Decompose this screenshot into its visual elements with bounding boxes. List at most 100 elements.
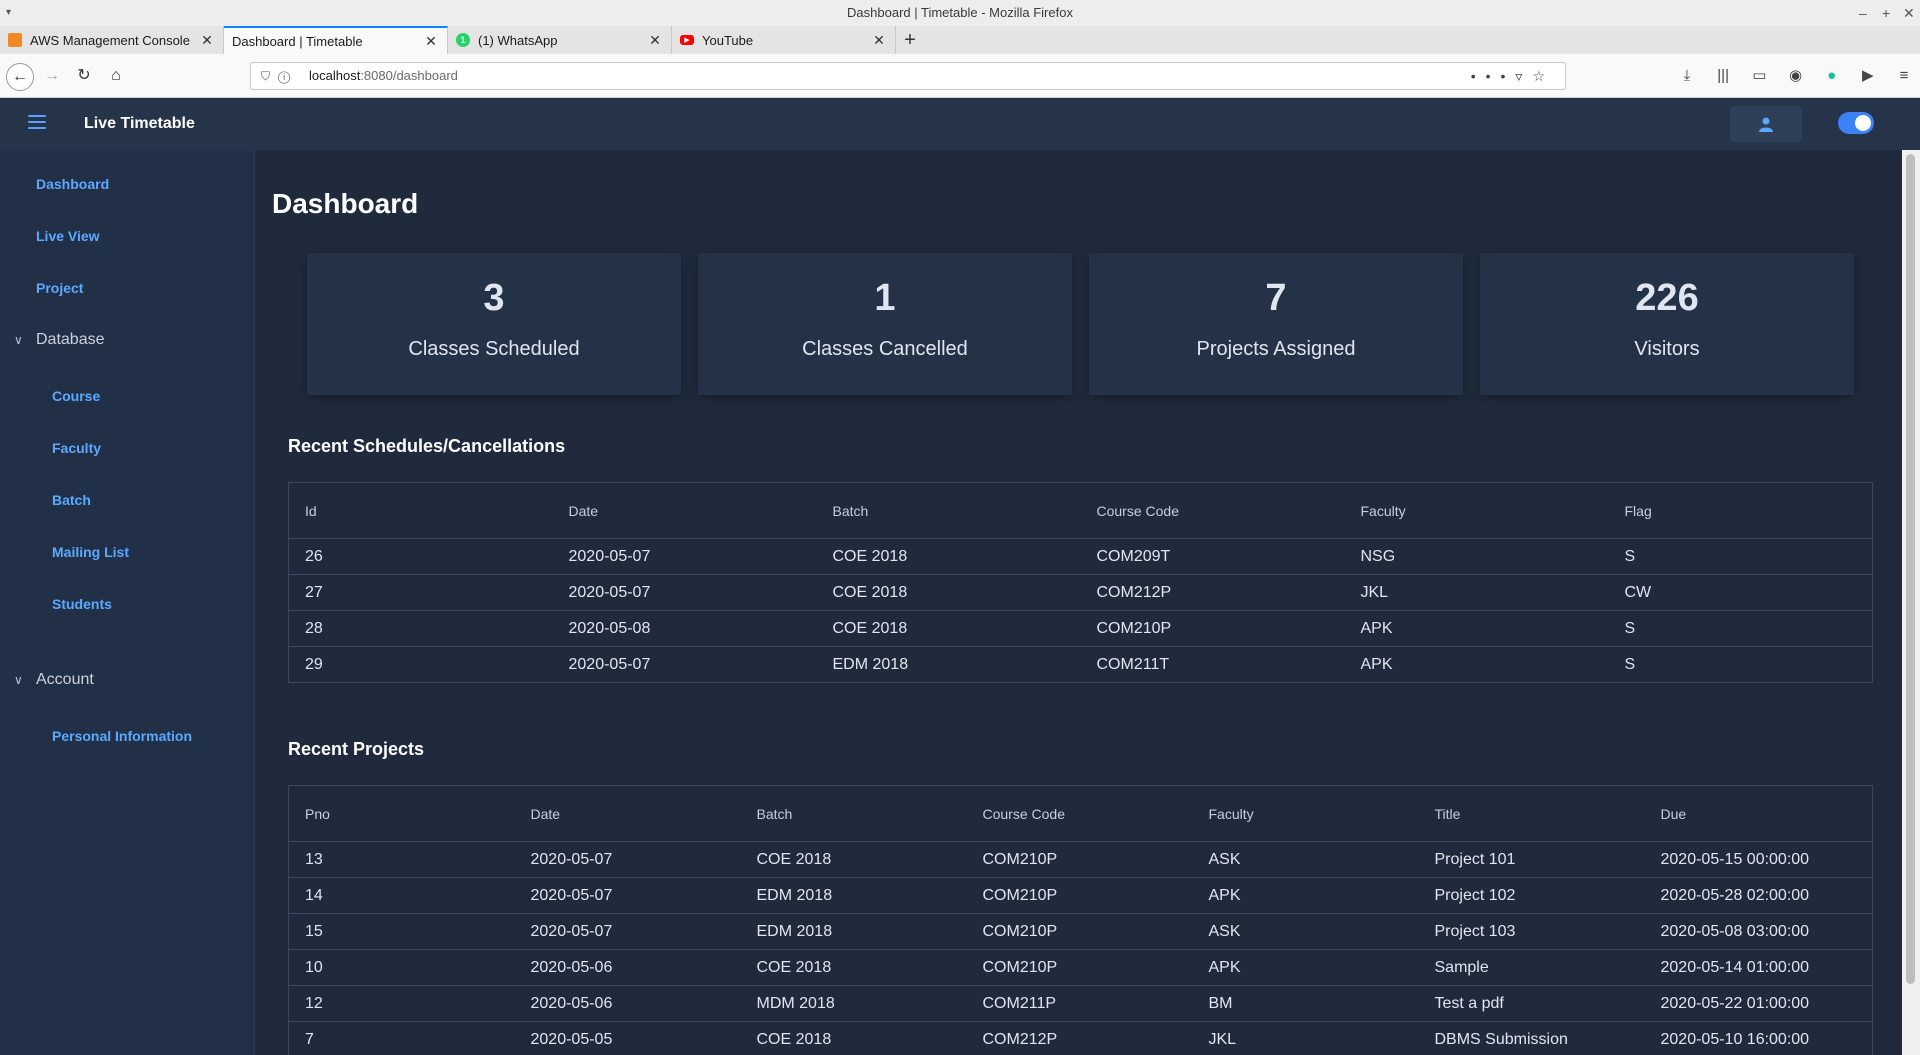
sidebar-item-project[interactable]: Project [36,280,83,296]
library-icon[interactable]: ||| [1707,67,1739,84]
table-cell: 2020-05-07 [514,841,741,878]
tab-aws[interactable]: AWS Management Console ✕ [0,26,224,54]
page-actions-icon[interactable]: ••• [1471,68,1516,84]
table-cell: NSG [1344,538,1609,575]
minimize-icon[interactable]: – [1859,0,1867,26]
new-tab-button[interactable]: + [896,26,924,54]
table-cell: APK [1344,610,1609,647]
table-cell: 2020-05-15 00:00:00 [1644,841,1873,878]
close-tab-icon[interactable]: ✕ [647,32,663,49]
tab-label: (1) WhatsApp [478,32,558,48]
table-cell: 29 [305,655,323,673]
column-header: Date [514,785,741,842]
sidebar-item-faculty[interactable]: Faculty [52,440,101,456]
table-cell: COE 2018 [740,949,967,986]
table-cell: COM210P [966,841,1193,878]
stat-label: Classes Cancelled [802,338,968,360]
sidebar-item-students[interactable]: Students [52,596,112,612]
table-cell: 2020-05-05 [530,1030,613,1048]
hamburger-menu-icon[interactable] [28,115,46,129]
close-window-icon[interactable]: ✕ [1903,0,1915,26]
navigation-bar: ← → ↻ ⌂ ⛉ⓘ localhost:8080/dashboard •••▿… [0,54,1920,98]
sidebar-group-account[interactable]: ∨ Account [14,671,94,689]
sidebar-item-dashboard[interactable]: Dashboard [36,176,109,192]
table-row: 29 2020-05-07 EDM 2018 COM211T APK S [289,647,1873,683]
table-cell: APK [1192,949,1419,986]
user-profile-button[interactable] [1730,106,1802,142]
window-menu-icon[interactable]: ▾ [6,0,11,26]
close-tab-icon[interactable]: ✕ [199,32,215,49]
table-cell: 12 [288,985,515,1022]
table-header-row: Id Date Batch Course Code Faculty Flag [288,482,1873,539]
stat-label: Classes Scheduled [408,338,580,360]
sidebar-item-personal-information[interactable]: Personal Information [52,728,192,744]
table-cell: 27 [288,574,553,611]
sidebar-group-database[interactable]: ∨ Database [14,331,105,349]
table-cell: 2020-05-07 [514,877,741,914]
table-cell: APK [1360,655,1393,673]
table-cell: COE 2018 [816,610,1081,647]
table-cell: 2020-05-06 [514,949,741,986]
table-row: 7 2020-05-05 COE 2018 COM212P JKL DBMS Submis… [289,1022,1873,1055]
sidebar-item-course[interactable]: Course [52,388,100,404]
column-header: Course Code [966,785,1193,842]
table-cell: 2020-05-22 01:00:00 [1644,985,1873,1022]
column-header: Batch [816,482,1081,539]
bookmark-star-icon[interactable]: ☆ [1532,68,1555,84]
stat-card-classes-scheduled: 3 Classes Scheduled [307,253,681,395]
table-cell: Test a pdf [1418,985,1645,1022]
home-button[interactable]: ⌂ [104,64,128,88]
extension-icon[interactable]: ▶ [1852,66,1884,84]
theme-toggle[interactable] [1838,112,1874,134]
maximize-icon[interactable]: + [1882,0,1890,26]
chevron-down-icon: ∨ [14,673,23,687]
table-cell: JKL [1344,574,1609,611]
sidebar-item-batch[interactable]: Batch [52,492,91,508]
table-cell: COM212P [1080,574,1345,611]
table-cell: 14 [288,877,515,914]
downloads-icon[interactable]: ⤓ [1671,67,1703,84]
grammarly-extension-icon[interactable]: ● [1816,67,1848,84]
url-bar[interactable]: ⛉ⓘ localhost:8080/dashboard •••▿☆ [250,62,1566,90]
table-cell: 7 [305,1030,314,1048]
menu-icon[interactable]: ≡ [1888,67,1920,84]
site-info-icon[interactable]: ⓘ [278,69,298,83]
pocket-icon[interactable]: ▿ [1515,68,1532,84]
toggle-knob [1855,115,1871,131]
reload-button[interactable]: ↻ [72,64,96,88]
table-cell: MDM 2018 [740,985,967,1022]
tab-label: YouTube [702,32,754,48]
column-header: Title [1418,785,1645,842]
table-cell: DBMS Submission [1434,1030,1568,1048]
sidebar-item-live-view[interactable]: Live View [36,228,100,244]
table-cell: COM210P [966,877,1193,914]
close-tab-icon[interactable]: ✕ [871,32,887,49]
column-header: Course Code [1080,482,1345,539]
table-row: 10 2020-05-06 COE 2018 COM210P APK Sample 2020… [288,949,1873,986]
table-cell: S [1608,610,1873,647]
column-header: Flag [1608,482,1873,539]
tab-youtube[interactable]: ▶ YouTube ✕ [672,26,896,54]
stat-value: 7 [1265,277,1287,319]
back-button[interactable]: ← [6,63,34,91]
tracking-shield-icon[interactable]: ⛉ [261,69,278,83]
table-row: 28 2020-05-08 COE 2018 COM210P APK S [288,610,1873,647]
table-cell: 2020-05-08 [552,610,817,647]
page-scrollbar[interactable] [1902,150,1920,1055]
tab-dashboard[interactable]: Dashboard | Timetable ✕ [224,26,448,54]
sidebar-item-mailing-list[interactable]: Mailing List [52,544,129,560]
window-title: Dashboard | Timetable - Mozilla Firefox [847,5,1073,20]
table-cell: 28 [288,610,553,647]
table-cell: Sample [1418,949,1645,986]
table-cell: 15 [288,913,515,950]
scrollbar-thumb[interactable] [1906,154,1915,984]
sidebar-toggle-icon[interactable]: ▭ [1743,66,1775,84]
sidebar-group-label: Database [36,331,105,348]
forward-button[interactable]: → [40,64,64,88]
tab-whatsapp[interactable]: 1 (1) WhatsApp ✕ [448,26,672,54]
window-titlebar: ▾ Dashboard | Timetable - Mozilla Firefo… [0,0,1920,26]
account-icon[interactable]: ◉ [1779,66,1811,84]
close-tab-icon[interactable]: ✕ [423,33,439,50]
table-cell: COM211T [1096,655,1170,673]
stat-card-projects-assigned: 7 Projects Assigned [1089,253,1463,395]
